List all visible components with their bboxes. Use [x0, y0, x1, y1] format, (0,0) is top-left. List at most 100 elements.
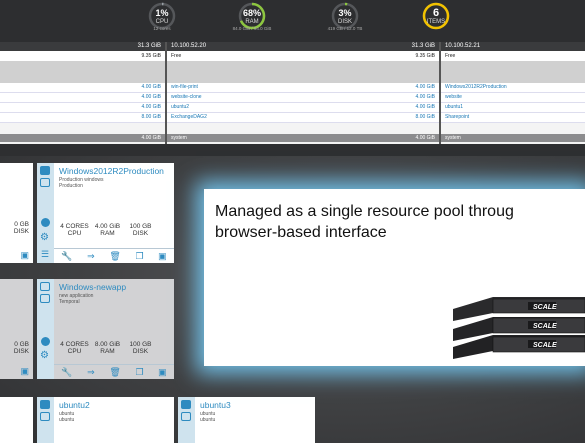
node-panel: 31.3 GiB 9.35 GiB 4.00 GiB 4.00 GiB 4.00… [0, 42, 167, 144]
vm-name: win-file-print [171, 84, 198, 90]
vm-card[interactable]: ubuntu2 ubuntu ubuntu [37, 397, 174, 443]
ram-gauge: 68% RAM 84.0 GiB / 94.0 GiB [212, 2, 292, 31]
vm-card[interactable]: ubuntu3 ubuntu ubuntu [178, 397, 315, 443]
vm-disk-stat: 100 GB DISK [125, 341, 156, 355]
console-icon[interactable] [40, 294, 50, 303]
items-gauge-value: 6 [432, 7, 440, 19]
wrench-icon[interactable]: 🔧 [61, 367, 72, 378]
node-vm-row[interactable]: 8.00 GiB [0, 113, 165, 123]
disk-value: 100 GB [129, 223, 152, 230]
free-label: Free [171, 53, 182, 59]
divider [0, 144, 585, 156]
clone-icon[interactable]: ❐ [135, 367, 143, 378]
vm-name: ubuntu2 [171, 104, 190, 110]
vm-name: website-clone [171, 94, 202, 100]
cpu-label: CPU [67, 230, 82, 237]
vm-card[interactable]: ⚙ Windows-newapp new application Temporal… [37, 279, 174, 379]
node-vm-row[interactable]: win-file-print 4.00 GiB [167, 83, 439, 93]
ram-value: 4.00 GiB [94, 223, 121, 230]
free-memory-bar [167, 61, 439, 83]
node-panel: 10.100.52.20 31.3 GiB Free 9.35 GiB win-fi… [167, 42, 441, 144]
vm-card[interactable]: ⚙ Windows2012R2Production Production win… [37, 163, 174, 263]
disk-value: 0 GB [14, 341, 29, 348]
vm-name: ubuntu1 [445, 104, 464, 110]
vm-size: 4.00 GiB [141, 84, 161, 90]
node-vm-row[interactable]: website-clone 4.00 GiB [167, 93, 439, 103]
free-memory-bar [0, 61, 165, 83]
layers-icon[interactable]: ☰ [41, 249, 49, 260]
delete-icon[interactable]: 🗑 [109, 251, 120, 262]
node-vm-row[interactable]: 4.00 GiB [0, 103, 165, 113]
vm-name[interactable]: ubuntu2 [59, 400, 90, 410]
vm-status-icon [40, 282, 50, 291]
node-vm-row[interactable]: 4.00 GiB [0, 93, 165, 103]
vm-disk-stat: 100 GB DISK [125, 223, 156, 237]
free-value: 9.35 GiB [141, 53, 161, 59]
cpu-value: 4 CORES [60, 341, 89, 348]
node-vm-row[interactable]: Sharepoint [441, 113, 585, 123]
console-icon[interactable] [40, 412, 50, 421]
ram-gauge-sub: 84.0 GiB / 94.0 GiB [232, 26, 272, 31]
cpu-value: 4 CORES [60, 223, 89, 230]
node-vm-row[interactable]: ubuntu1 [441, 103, 585, 113]
vm-name[interactable]: Windows-newapp [59, 282, 126, 292]
wrench-icon[interactable]: 🔧 [61, 251, 72, 262]
move-icon[interactable]: ⇒ [87, 251, 95, 262]
vm-tag: Production [59, 183, 83, 189]
ram-gauge-value: 68% [242, 8, 261, 18]
vm-card-partial[interactable] [0, 397, 33, 443]
disk-label: DISK [132, 348, 149, 355]
disk-gauge-sub: 419 GB / 12.0 TB [327, 26, 363, 31]
vm-card-partial[interactable]: 0 GB DISK ▣ [0, 279, 33, 379]
callout-line-2: browser-based interface [215, 224, 387, 241]
free-value: 9.35 GiB [415, 53, 435, 59]
node-vm-row[interactable]: ubuntu2 4.00 GiB [167, 103, 439, 113]
node-vm-row[interactable]: Windows2012R2Production [441, 83, 585, 93]
clone-icon[interactable]: ❐ [135, 251, 143, 262]
cpu-gauge-sub: 12 cores [153, 26, 171, 31]
snapshot-icon[interactable]: ▣ [158, 251, 167, 262]
node-capacity: 31.3 GiB [411, 43, 435, 49]
system-row: system [441, 134, 585, 142]
callout-line-1: Managed as a single resource pool throug [215, 203, 514, 220]
cpu-gauge-value: 1% [155, 8, 169, 18]
disk-value: 100 GB [129, 341, 152, 348]
vm-name[interactable]: ubuntu3 [200, 400, 231, 410]
system-label: system [445, 135, 461, 141]
node-vm-row[interactable]: 4.00 GiB [0, 83, 165, 93]
console-icon[interactable] [181, 412, 191, 421]
disk-gauge-label: DISK [337, 19, 352, 25]
power-icon[interactable] [41, 337, 50, 346]
gear-icon[interactable]: ⚙ [40, 351, 49, 361]
snapshot-icon[interactable]: ▣ [158, 367, 167, 378]
snapshot-icon[interactable]: ▣ [20, 250, 29, 261]
vm-status-icon [181, 400, 191, 409]
cpu-gauge-label: CPU [155, 19, 169, 25]
vm-name: website [445, 94, 462, 100]
snapshot-icon[interactable]: ▣ [20, 366, 29, 377]
delete-icon[interactable]: 🗑 [109, 367, 120, 378]
vm-name: Sharepoint [445, 114, 470, 120]
vm-size: 4.00 GiB [415, 94, 435, 100]
vm-name: Windows2012R2Production [445, 84, 507, 90]
ram-label: RAM [100, 348, 115, 355]
move-icon[interactable]: ⇒ [87, 367, 95, 378]
node-vm-row[interactable]: ExchangeDAG2 8.00 GiB [167, 113, 439, 123]
vm-tag: ubuntu [59, 417, 75, 423]
system-row: 4.00 GiB [0, 134, 165, 142]
vm-name[interactable]: Windows2012R2Production [59, 166, 164, 176]
free-label: Free [445, 53, 456, 59]
items-gauge[interactable]: 6 ITEMS [396, 2, 476, 30]
node-name: 10.100.52.21 [445, 43, 481, 49]
vm-card-partial[interactable]: 0 GB DISK ▣ [0, 163, 33, 263]
vm-status-icon [40, 400, 50, 409]
vm-size: 4.00 GiB [415, 84, 435, 90]
scale-logo: SCALE [533, 323, 557, 330]
server-stack-image: SCALE SCALE SCALE [453, 297, 585, 359]
vm-size: 8.00 GiB [415, 114, 435, 120]
vm-size: 4.00 GiB [141, 94, 161, 100]
vm-action-bar: 🔧 ⇒ 🗑 ❐ ▣ [54, 248, 174, 263]
vm-size: 8.00 GiB [141, 114, 161, 120]
node-vm-row[interactable]: website [441, 93, 585, 103]
system-label: system [171, 135, 187, 141]
